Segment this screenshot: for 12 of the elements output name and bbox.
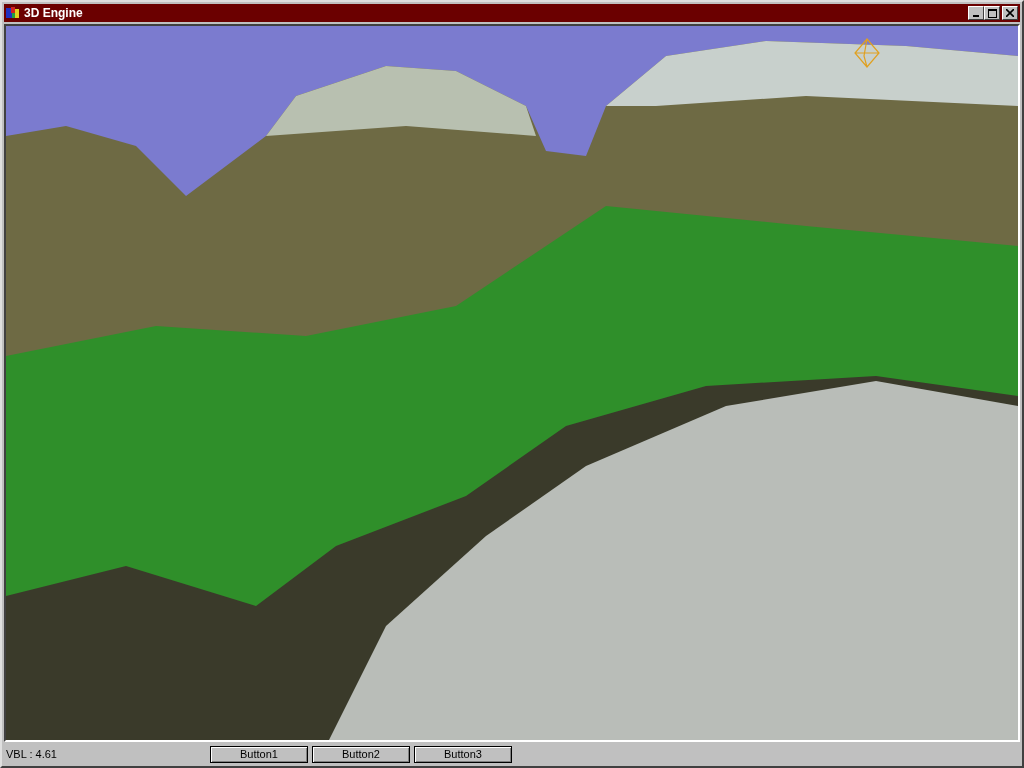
status-button[interactable]: Button2	[312, 745, 410, 763]
window-title: 3D Engine	[24, 6, 83, 20]
status-button[interactable]: Button1	[210, 745, 308, 763]
status-button[interactable]: Button3	[414, 745, 512, 763]
app-icon	[6, 7, 20, 19]
status-text: VBL : 4.61	[5, 748, 58, 760]
close-icon	[1006, 9, 1014, 17]
minimize-button[interactable]	[968, 6, 984, 20]
maximize-button[interactable]	[984, 6, 1000, 20]
octahedron-icon	[854, 38, 880, 68]
close-button[interactable]	[1002, 6, 1018, 20]
maximize-icon	[987, 8, 997, 18]
